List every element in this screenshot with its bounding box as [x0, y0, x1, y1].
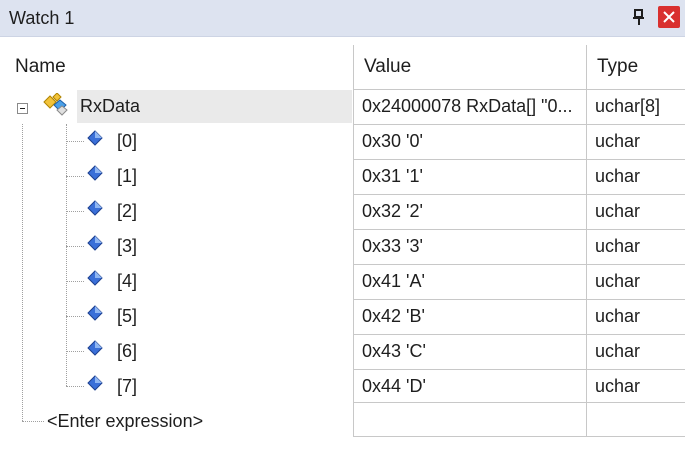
row-value[interactable]: 0x41 'A' [362, 264, 582, 299]
row-value[interactable]: 0x31 '1' [362, 159, 582, 194]
watch-row-item[interactable]: [2] 0x32 '2' uchar [0, 194, 685, 229]
column-header-value[interactable]: Value [364, 45, 411, 89]
column-header-name[interactable]: Name [15, 45, 66, 89]
watch-row-item[interactable]: [4] 0x41 'A' uchar [0, 264, 685, 299]
tree-connector [66, 351, 84, 352]
row-name: [4] [117, 271, 138, 291]
row-value[interactable]: 0x33 '3' [362, 229, 582, 264]
row-divider [353, 436, 685, 437]
column-header-type[interactable]: Type [597, 45, 638, 89]
element-icon [86, 165, 104, 183]
watch-row-root[interactable]: RxData 0x24000078 RxData[] "0... uchar[8… [0, 89, 685, 124]
row-name: RxData [80, 96, 141, 116]
row-name: [1] [117, 166, 138, 186]
row-type: uchar [595, 271, 641, 291]
close-button[interactable] [658, 6, 680, 28]
tree-connector [66, 211, 84, 212]
collapse-minus-icon[interactable] [17, 101, 28, 114]
row-name: [7] [117, 376, 138, 396]
tree-connector [66, 246, 84, 247]
element-icon [86, 235, 104, 253]
element-icon [86, 200, 104, 218]
row-value[interactable]: 0x42 'B' [362, 299, 582, 334]
row-name: [2] [117, 201, 138, 221]
watch-row-item[interactable]: [3] 0x33 '3' uchar [0, 229, 685, 264]
row-value[interactable]: 0x32 '2' [362, 194, 582, 229]
row-name: [5] [117, 306, 138, 326]
enter-expression-input[interactable]: <Enter expression> [47, 404, 203, 438]
row-name: [6] [117, 341, 138, 361]
element-icon [86, 375, 104, 393]
watch-row-item[interactable]: [1] 0x31 '1' uchar [0, 159, 685, 194]
element-icon [86, 340, 104, 358]
row-type: uchar[8] [595, 96, 661, 116]
window-title: Watch 1 [9, 8, 75, 28]
row-type: uchar [595, 236, 641, 256]
tree-connector [22, 421, 44, 422]
row-value[interactable]: 0x30 '0' [362, 124, 582, 159]
watch-row-item[interactable]: [5] 0x42 'B' uchar [0, 299, 685, 334]
column-header-row: Name Value Type [0, 45, 685, 89]
row-type: uchar [595, 201, 641, 221]
tree-connector [66, 281, 84, 282]
watch-row-item[interactable]: [7] 0x44 'D' uchar [0, 369, 685, 404]
pin-icon[interactable] [630, 8, 648, 28]
row-value[interactable]: 0x44 'D' [362, 369, 582, 404]
row-type: uchar [595, 341, 641, 361]
variable-icon [41, 92, 69, 119]
watch-window: Watch 1 Name Value Type RxData 0x2400007… [0, 0, 685, 465]
row-type: uchar [595, 131, 641, 151]
tree-connector [66, 176, 84, 177]
watch-row-item[interactable]: [6] 0x43 'C' uchar [0, 334, 685, 369]
watch-row-item[interactable]: [0] 0x30 '0' uchar [0, 124, 685, 159]
title-bar: Watch 1 [0, 0, 685, 37]
tree-connector [66, 141, 84, 142]
row-type: uchar [595, 376, 641, 396]
row-name: [3] [117, 236, 138, 256]
row-value[interactable]: 0x24000078 RxData[] "0... [362, 89, 582, 124]
row-type: uchar [595, 166, 641, 186]
row-value[interactable]: 0x43 'C' [362, 334, 582, 369]
row-type: uchar [595, 306, 641, 326]
row-name: [0] [117, 131, 138, 151]
tree-connector [66, 316, 84, 317]
element-icon [86, 270, 104, 288]
tree-connector [66, 386, 84, 387]
element-icon [86, 305, 104, 323]
close-icon [663, 11, 675, 23]
element-icon [86, 130, 104, 148]
